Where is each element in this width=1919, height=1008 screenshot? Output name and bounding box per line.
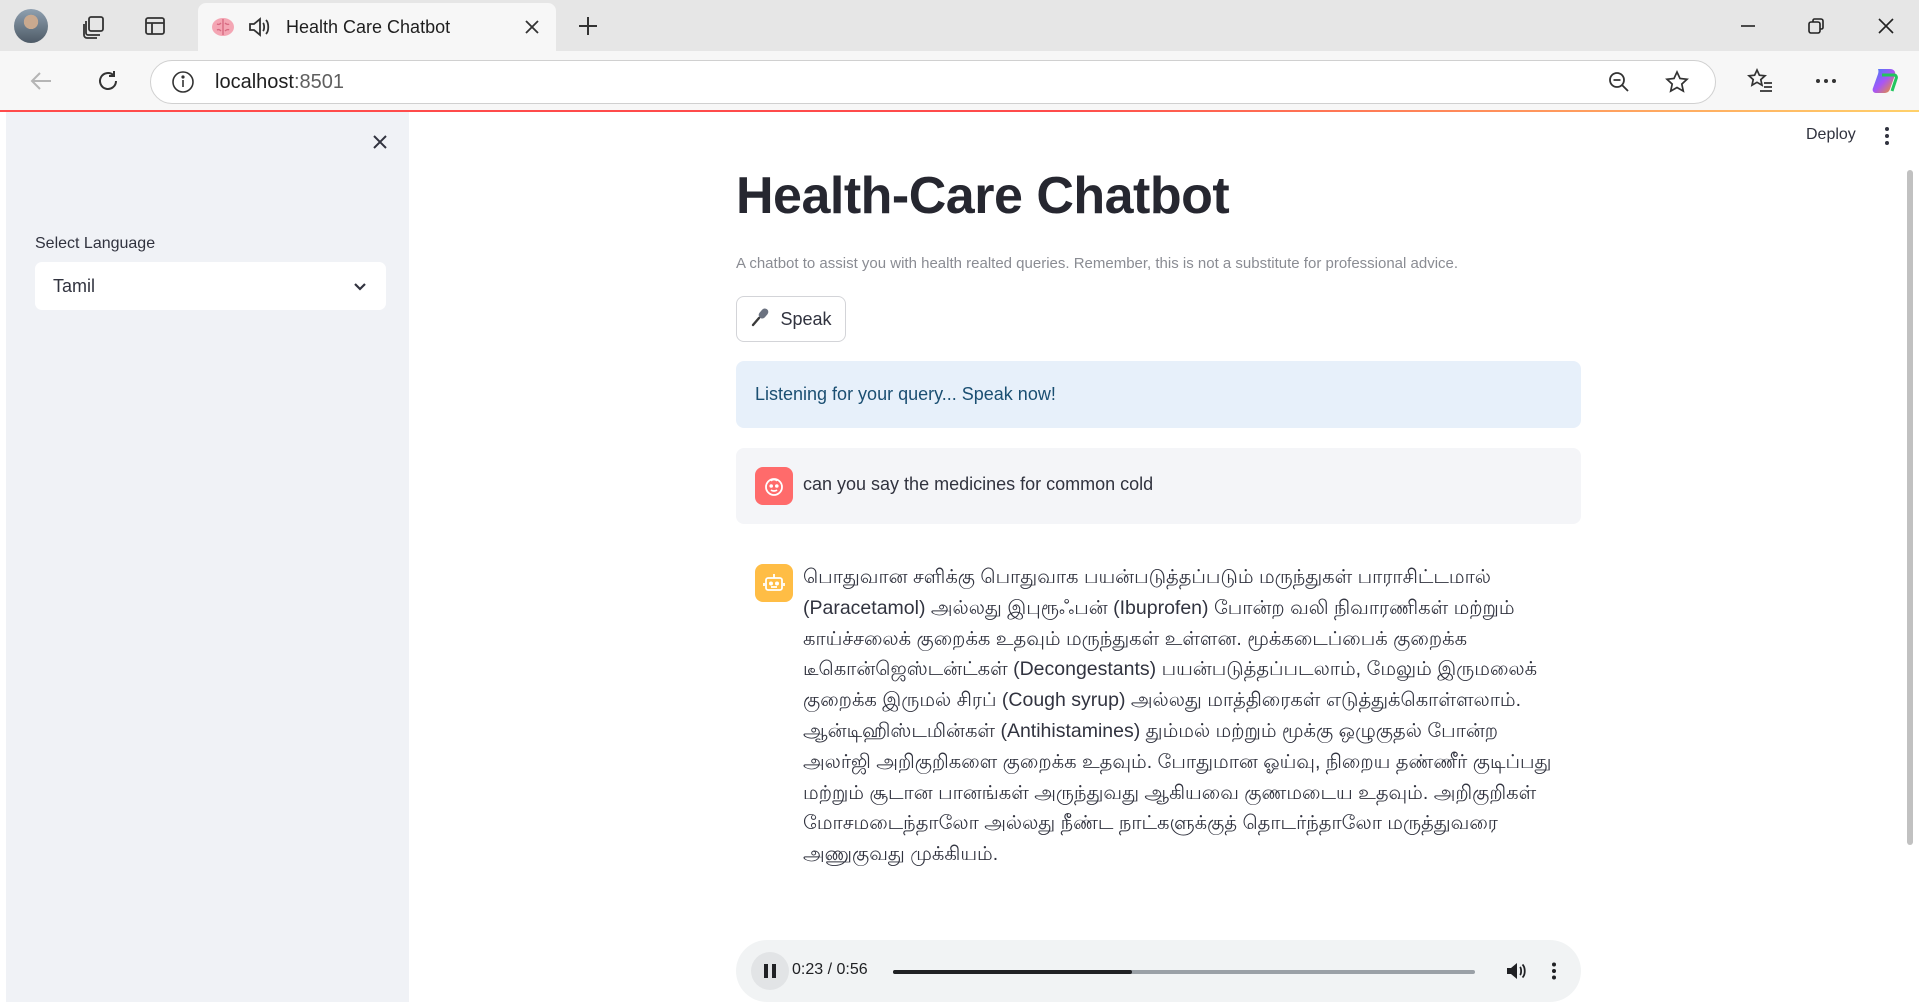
- info-alert: Listening for your query... Speak now!: [736, 361, 1581, 428]
- user-face-icon: [755, 467, 793, 505]
- tab-close-icon[interactable]: [518, 13, 546, 41]
- collections-icon[interactable]: [76, 8, 112, 44]
- page-caption: A chatbot to assist you with health real…: [736, 255, 1459, 272]
- tab-title: Health Care Chatbot: [286, 16, 451, 37]
- site-info-icon[interactable]: [169, 68, 197, 96]
- speaker-icon[interactable]: [246, 14, 272, 40]
- browser-tab[interactable]: Health Care Chatbot: [198, 3, 556, 51]
- browser-toolbar: localhost:8501: [0, 51, 1919, 111]
- address-bar[interactable]: localhost:8501: [150, 60, 1716, 104]
- more-options-icon[interactable]: [1806, 61, 1846, 101]
- restore-icon[interactable]: [1786, 4, 1846, 48]
- zoom-out-icon[interactable]: [1599, 62, 1639, 102]
- audio-player[interactable]: 0:23 / 0:56: [736, 940, 1581, 1002]
- assistant-message-text: பொதுவான சளிக்கு பொதுவாக பயன்படுத்தப்படும…: [803, 566, 1552, 866]
- user-message-text: can you say the medicines for common col…: [803, 474, 1154, 494]
- new-tab-icon[interactable]: [570, 8, 606, 44]
- audio-more-icon[interactable]: [1542, 957, 1566, 985]
- close-sidebar-icon[interactable]: [366, 128, 394, 156]
- speak-button[interactable]: Speak: [736, 296, 846, 342]
- chat-message-assistant: பொதுவான சளிக்கு பொதுவாக பயன்படுத்தப்படும…: [736, 552, 1581, 922]
- close-window-icon[interactable]: [1856, 4, 1916, 48]
- profile-avatar[interactable]: [14, 9, 48, 43]
- language-select-label: Select Language: [35, 235, 156, 252]
- language-select-value: Tamil: [53, 275, 96, 296]
- speak-button-label: Speak: [780, 308, 832, 329]
- copilot-icon[interactable]: [1866, 61, 1906, 101]
- page-title: Health-Care Chatbot: [736, 167, 1230, 225]
- audio-seek-bar[interactable]: [893, 970, 1475, 974]
- reload-icon[interactable]: [88, 61, 128, 101]
- minimize-icon[interactable]: [1718, 4, 1778, 48]
- page-scrollbar[interactable]: [1907, 170, 1913, 845]
- volume-icon[interactable]: [1502, 957, 1530, 985]
- app-root: Select Language Tamil Deploy Health-Care…: [0, 112, 1919, 1008]
- favorite-star-icon[interactable]: [1657, 62, 1697, 102]
- main-menu-icon[interactable]: [1875, 124, 1899, 148]
- url-text: localhost:8501: [215, 70, 344, 93]
- language-select[interactable]: Tamil: [35, 262, 386, 310]
- pause-icon[interactable]: [751, 952, 789, 990]
- deploy-button[interactable]: Deploy: [1806, 126, 1856, 144]
- favorites-list-icon[interactable]: [1740, 61, 1780, 101]
- robot-icon: [755, 564, 793, 602]
- microphone-icon: [750, 306, 772, 333]
- browser-titlebar: Health Care Chatbot: [0, 0, 1919, 51]
- chevron-down-icon: [348, 274, 372, 298]
- tab-actions-icon[interactable]: [137, 8, 173, 44]
- sidebar: Select Language Tamil: [6, 112, 409, 1002]
- brain-icon: [210, 14, 236, 40]
- audio-time: 0:23 / 0:56: [792, 961, 868, 978]
- chat-message-user: can you say the medicines for common col…: [736, 448, 1581, 524]
- audio-seek-progress: [893, 970, 1132, 974]
- back-icon[interactable]: [22, 61, 62, 101]
